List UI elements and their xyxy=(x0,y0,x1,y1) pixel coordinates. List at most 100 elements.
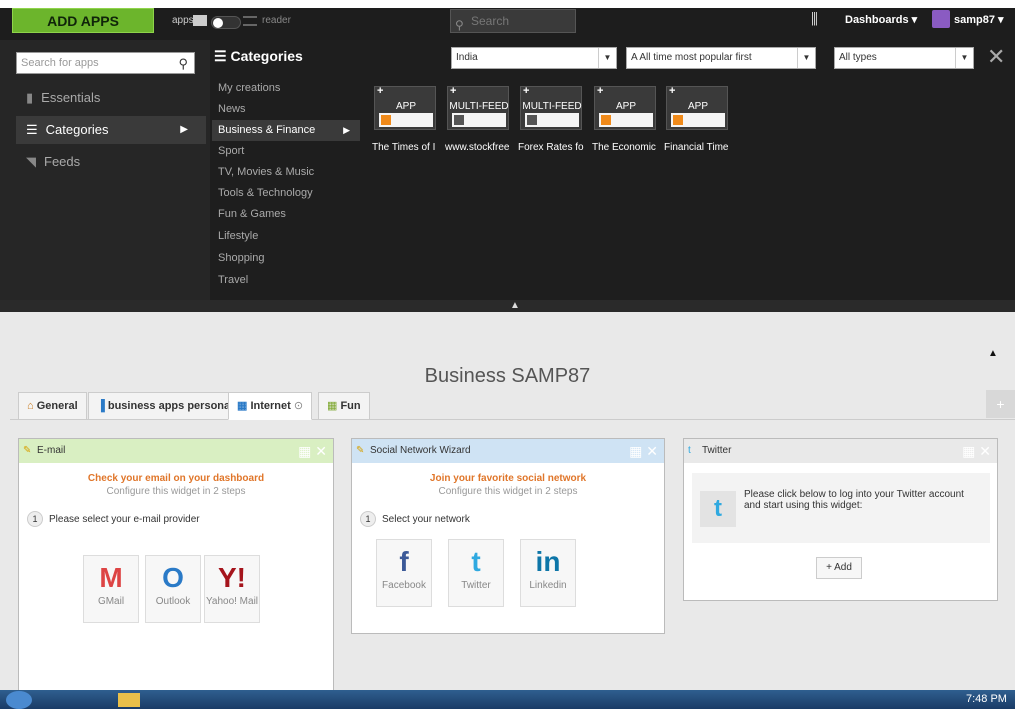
search-apps-input[interactable]: Search for apps ⚲ xyxy=(16,52,195,74)
folder-icon[interactable] xyxy=(118,693,140,707)
tile-label: Forex Rates fo xyxy=(518,142,584,153)
category-item[interactable]: News xyxy=(218,99,366,120)
twitter-message: Please click below to log into your Twit… xyxy=(744,489,964,511)
nav-item-feeds[interactable]: ◥ Feeds xyxy=(16,148,206,176)
tile-label: The Times of I xyxy=(372,142,436,153)
yahoo-button[interactable]: Y! Yahoo! Mail xyxy=(204,555,260,623)
category-item-selected[interactable]: Business & Finance ▶ xyxy=(212,120,360,141)
thumb-mark xyxy=(527,115,537,125)
twitter-add-button[interactable]: + Add xyxy=(816,557,862,579)
tile-label: www.stockfree xyxy=(445,142,510,153)
app-tile[interactable]: + MULTI-FEED Forex Rates fo xyxy=(518,85,586,162)
twitter-button[interactable]: t Twitter xyxy=(448,539,504,607)
search-apps-placeholder: Search for apps xyxy=(21,57,99,69)
category-item[interactable]: Sport xyxy=(218,141,366,162)
plus-icon: + xyxy=(450,85,457,97)
plus-icon: + xyxy=(597,85,604,97)
add-apps-button[interactable]: ADD APPS xyxy=(12,8,154,33)
search-placeholder: Search xyxy=(471,14,510,28)
fun-icon: ▦ xyxy=(327,400,341,412)
provider-label: GMail xyxy=(97,596,125,607)
type-value: All types xyxy=(839,52,877,63)
nav-item-categories[interactable]: ☰ Categories ▶ xyxy=(16,116,206,144)
thumb-mark xyxy=(673,115,683,125)
plus-icon: + xyxy=(669,85,676,97)
collapse-panel-icon[interactable]: ▲ xyxy=(500,300,530,312)
outlook-icon: O xyxy=(162,562,184,593)
reader-toggle[interactable] xyxy=(211,16,241,29)
category-item[interactable]: TV, Movies & Music xyxy=(218,162,366,183)
category-item[interactable]: Shopping xyxy=(218,248,366,269)
scroll-up-icon[interactable]: ▲ xyxy=(988,348,998,359)
network-label: Twitter xyxy=(461,580,491,591)
tab-general[interactable]: ⌂ General xyxy=(18,392,87,420)
categories-title-text: Categories xyxy=(230,48,303,64)
widget-title: Social Network Wizard xyxy=(370,445,471,456)
app-tile[interactable]: + APP The Economic xyxy=(592,85,660,162)
widget-headline: Check your email on your dashboard xyxy=(87,473,265,484)
sort-select[interactable]: A All time most popular first ▼ xyxy=(626,47,816,69)
tab-options-icon[interactable]: ⊙ xyxy=(291,400,303,412)
user-menu[interactable]: samp87 ▾ xyxy=(954,13,1004,26)
type-select[interactable]: All types ▼ xyxy=(834,47,974,69)
internet-icon: ▦ xyxy=(237,400,251,412)
tile-kind: APP xyxy=(615,101,636,112)
settings-sliders-icon[interactable]: ⫼ xyxy=(811,11,818,28)
country-select[interactable]: India ▼ xyxy=(451,47,617,69)
network-label: Facebook xyxy=(382,580,426,591)
tile-thumbnail xyxy=(525,113,579,127)
outlook-button[interactable]: O Outlook xyxy=(145,555,201,623)
tile-box: + MULTI-FEED xyxy=(520,85,582,130)
gmail-icon: M xyxy=(99,562,123,593)
close-icon[interactable]: ✕ xyxy=(987,44,1005,70)
nav-item-essentials[interactable]: ▮ Essentials xyxy=(16,84,206,112)
category-item[interactable]: Tools & Technology xyxy=(218,183,366,204)
tab-business-apps[interactable]: ▐ business apps personal xyxy=(88,392,243,420)
list-icon: ☰ xyxy=(26,122,38,137)
network-label: Linkedin xyxy=(529,580,567,591)
dashboards-menu[interactable]: Dashboards ▾ xyxy=(845,13,917,26)
widget-controls-icon[interactable]: ▦ ✕ xyxy=(629,439,658,463)
linkedin-button[interactable]: in Linkedin xyxy=(520,539,576,607)
bookmark-icon: ▮ xyxy=(26,90,34,105)
sort-value: All time most popular first xyxy=(639,52,752,63)
list-icon: ☰ xyxy=(214,48,231,64)
tab-internet[interactable]: ▦ Internet ⊙ xyxy=(228,392,313,420)
email-widget: ✎ E-mail ▦ ✕ Check your email on your dash… xyxy=(18,438,334,692)
start-button-icon[interactable] xyxy=(6,691,32,709)
step-number: 1 xyxy=(360,511,376,527)
widget-header: ✎ E-mail ▦ ✕ xyxy=(19,439,333,463)
tab-fun[interactable]: ▦ Fun xyxy=(318,392,370,420)
tab-label: business apps personal xyxy=(107,400,234,412)
category-item[interactable]: My creations xyxy=(218,78,366,99)
grid-icon[interactable] xyxy=(193,15,207,26)
facebook-button[interactable]: f Facebook xyxy=(376,539,432,607)
gmail-button[interactable]: M GMail xyxy=(83,555,139,623)
widget-controls-icon[interactable]: ▦ ✕ xyxy=(298,439,327,463)
tile-kind: MULTI-FEED xyxy=(449,101,509,112)
app-tile[interactable]: + APP Financial Time xyxy=(664,85,732,162)
category-item[interactable]: Travel xyxy=(218,270,366,291)
reader-label: reader xyxy=(262,15,291,26)
app-tile[interactable]: + MULTI-FEED www.stockfree xyxy=(445,85,513,162)
apps-label: apps xyxy=(172,15,194,26)
top-search-input[interactable]: ⚲ Search xyxy=(450,9,576,33)
thumb-mark xyxy=(601,115,611,125)
tile-label: The Economic xyxy=(592,142,656,153)
windows-taskbar xyxy=(0,690,1015,709)
app-tile[interactable]: + APP The Times of I xyxy=(372,85,440,162)
widget-subtitle: Configure this widget in 2 steps xyxy=(106,486,246,497)
search-icon: ⚲ xyxy=(455,18,464,32)
category-item[interactable]: Lifestyle xyxy=(218,226,366,247)
widget-step: 1 Please select your e-mail provider xyxy=(27,511,333,527)
tile-thumbnail xyxy=(452,113,506,127)
provider-label: Outlook xyxy=(155,596,191,607)
widget-controls-icon[interactable]: ▦ ✕ xyxy=(962,439,991,463)
add-tab-button[interactable]: + xyxy=(986,390,1015,418)
plus-icon: + xyxy=(523,85,530,97)
taskbar-clock: 7:48 PM xyxy=(966,693,1007,705)
chevron-right-icon: ▶ xyxy=(180,124,188,135)
wand-icon: ✎ xyxy=(23,445,32,456)
search-icon[interactable]: ⚲ xyxy=(178,54,188,74)
category-item[interactable]: Fun & Games xyxy=(218,204,366,225)
